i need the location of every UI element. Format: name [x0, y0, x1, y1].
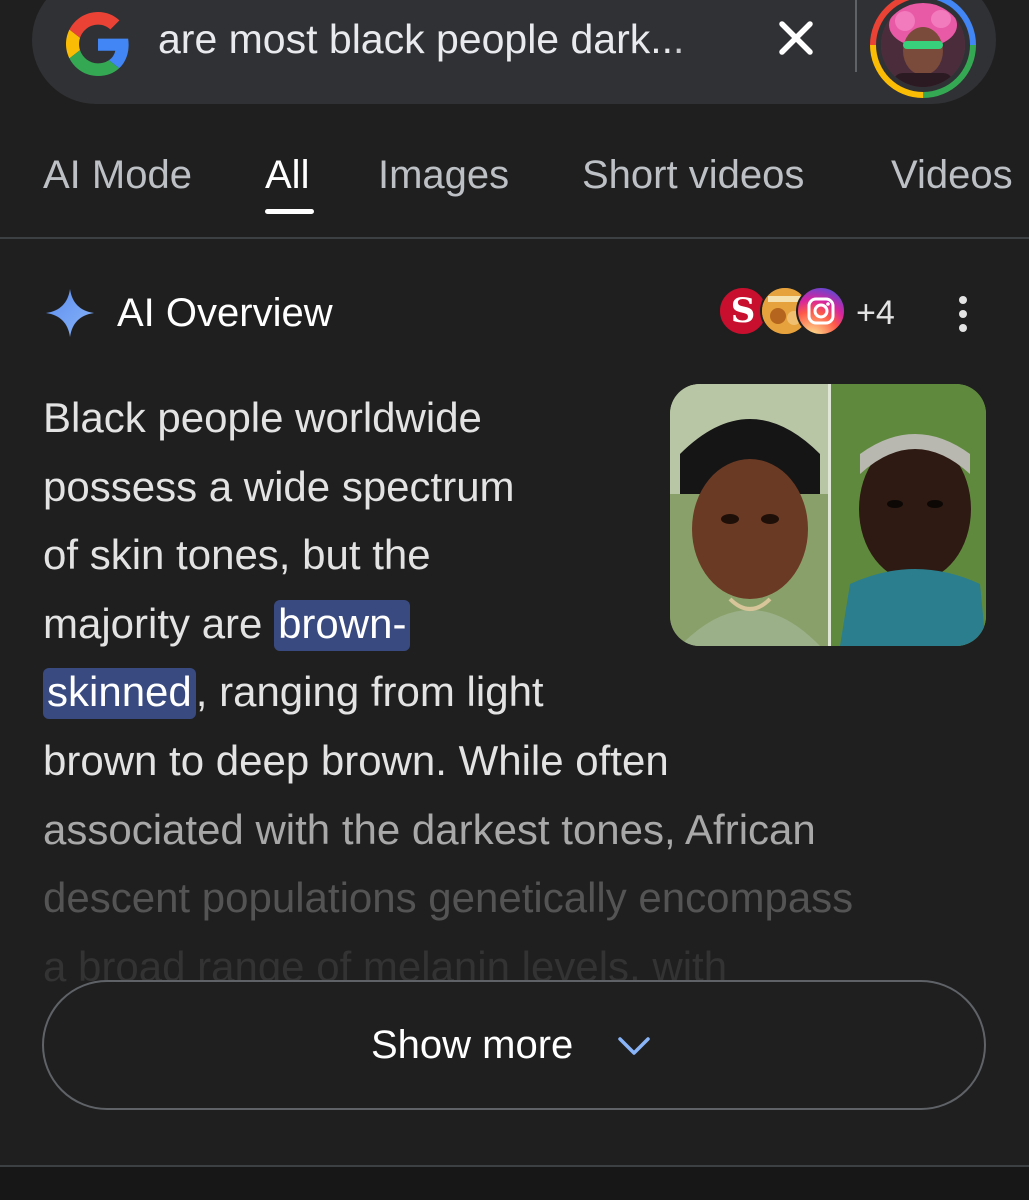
- search-input-fade: [668, 8, 748, 70]
- avatar-frame: [876, 0, 970, 92]
- chevron-down-icon: [618, 1037, 650, 1055]
- show-more-label: Show more: [371, 1023, 574, 1067]
- search-divider: [855, 0, 857, 72]
- tab-short-videos[interactable]: Short videos: [582, 152, 804, 198]
- tab-images[interactable]: Images: [378, 152, 509, 198]
- search-input[interactable]: are most black people dark...: [158, 12, 738, 66]
- overview-line: of skin tones, but the: [43, 531, 431, 579]
- sparkle-icon: [46, 289, 94, 337]
- close-icon[interactable]: [772, 14, 820, 62]
- overview-line: possess a wide spectrum: [43, 462, 515, 510]
- overview-line: skinned, ranging from light: [43, 658, 993, 727]
- ai-overview-text: Black people worldwide possess a wide sp…: [43, 384, 993, 1001]
- tab-videos[interactable]: Videos: [891, 152, 1013, 198]
- overview-line: majority are brown-: [43, 590, 993, 659]
- overview-line-faded: associated with the darkest tones, Afric…: [43, 805, 816, 853]
- active-tab-indicator: [265, 209, 314, 214]
- highlighted-term[interactable]: skinned: [43, 668, 196, 720]
- more-sources-count[interactable]: +4: [856, 292, 895, 334]
- next-section: [0, 1167, 1029, 1200]
- highlighted-term[interactable]: brown-: [274, 599, 411, 651]
- overview-line: brown to deep brown. While often: [43, 736, 669, 784]
- instagram-glyph: [807, 297, 835, 325]
- tab-ai-mode[interactable]: AI Mode: [43, 152, 192, 198]
- search-tabs: AI Mode All Images Short videos Videos: [0, 140, 1029, 240]
- avatar-image: [881, 3, 965, 87]
- show-more-button[interactable]: Show more: [42, 980, 986, 1110]
- tabs-divider: [0, 237, 1029, 239]
- tab-all[interactable]: All: [265, 152, 309, 198]
- instagram-icon[interactable]: [796, 286, 846, 336]
- overview-text-segment: majority are: [43, 599, 275, 647]
- google-logo: [66, 12, 129, 76]
- overview-line: Black people worldwide: [43, 394, 482, 441]
- overview-text-segment: , ranging from light: [195, 668, 544, 716]
- more-vert-icon[interactable]: [950, 292, 976, 336]
- overview-line-faded: descent populations genetically encompas…: [43, 874, 854, 922]
- ai-overview-title: AI Overview: [117, 291, 333, 335]
- avatar-picture: [881, 3, 965, 87]
